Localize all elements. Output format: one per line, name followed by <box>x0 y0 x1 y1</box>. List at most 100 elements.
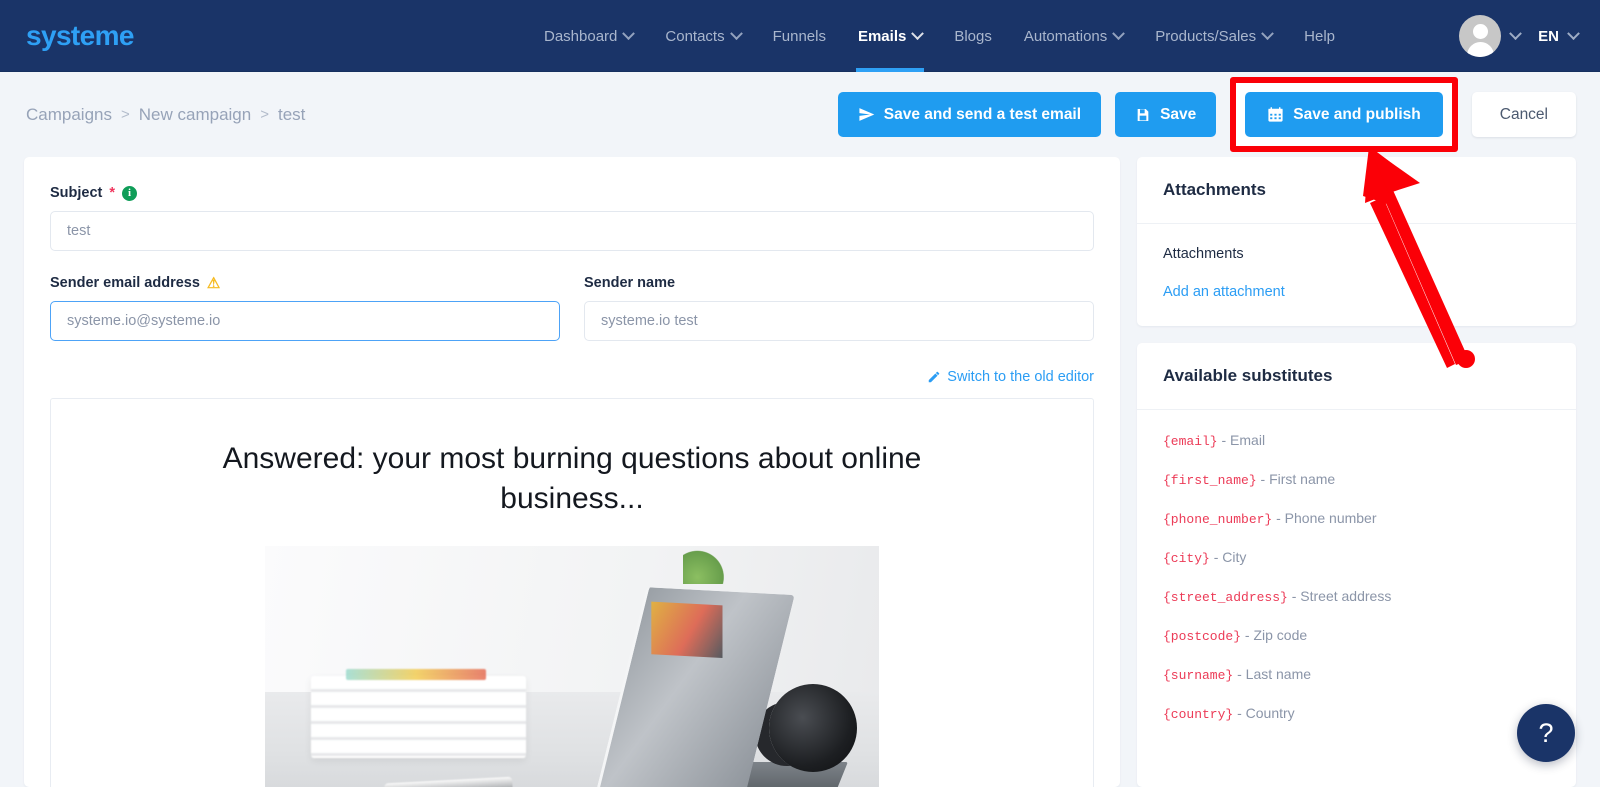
sender-name-input[interactable] <box>584 301 1094 341</box>
substitute-token: {country} <box>1163 707 1234 722</box>
nav-item-dashboard[interactable]: Dashboard <box>528 0 649 72</box>
sender-email-label-text: Sender email address <box>50 275 200 291</box>
top-navbar: systeme Dashboard Contacts Funnels Email… <box>0 0 1600 72</box>
nav-item-emails[interactable]: Emails <box>842 0 938 72</box>
nav-item-products-sales[interactable]: Products/Sales <box>1139 0 1288 72</box>
user-avatar-icon[interactable] <box>1459 15 1502 57</box>
sender-email-label: Sender email address ⚠ <box>50 275 560 291</box>
avatar-head <box>1472 24 1488 39</box>
sender-email-input[interactable] <box>50 301 560 341</box>
language-chevron-down-icon[interactable] <box>1567 26 1580 40</box>
nav-item-blogs[interactable]: Blogs <box>938 0 1008 72</box>
sender-name-field-group: Sender name <box>584 275 1094 341</box>
substitute-desc: - Phone number <box>1276 510 1377 526</box>
substitute-token: {surname} <box>1163 668 1234 683</box>
breadcrumb: Campaigns > New campaign > test <box>26 105 305 125</box>
chevron-down-icon <box>729 26 743 40</box>
list-item[interactable]: {first_name} - First name <box>1163 471 1550 488</box>
subject-label: Subject * i <box>50 185 1094 201</box>
attachments-panel: Attachments Attachments Add an attachmen… <box>1137 157 1576 326</box>
language-selector-label[interactable]: EN <box>1538 28 1559 45</box>
save-and-publish-button[interactable]: Save and publish <box>1245 92 1443 137</box>
chevron-down-icon <box>1261 26 1275 40</box>
account-menu-chevron-down-icon[interactable] <box>1509 26 1523 40</box>
switch-to-old-editor-link[interactable]: Switch to the old editor <box>927 369 1094 385</box>
substitute-token: {street_address} <box>1163 590 1288 605</box>
substitute-desc: - Street address <box>1291 588 1392 604</box>
save-button[interactable]: Save <box>1115 92 1217 137</box>
email-editor-card: Subject * i Sender email address ⚠ Sender… <box>24 157 1120 787</box>
image-plant <box>683 550 731 585</box>
main-nav: Dashboard Contacts Funnels Emails Blogs … <box>528 0 1351 72</box>
pencil-icon <box>929 371 940 383</box>
warning-triangle-icon[interactable]: ⚠ <box>207 276 220 291</box>
substitute-token: {postcode} <box>1163 629 1242 644</box>
question-mark-icon: ? <box>1538 717 1554 748</box>
list-item[interactable]: {email} - Email <box>1163 432 1550 449</box>
breadcrumb-item-new-campaign[interactable]: New campaign <box>139 105 251 125</box>
chevron-down-icon <box>1112 26 1126 40</box>
substitute-token: {city} <box>1163 551 1210 566</box>
add-an-attachment-link[interactable]: Add an attachment <box>1163 284 1550 300</box>
email-heading: Answered: your most burning questions ab… <box>222 442 922 515</box>
substitute-token: {phone_number} <box>1163 512 1273 527</box>
nav-item-contacts[interactable]: Contacts <box>649 0 756 72</box>
paper-plane-icon <box>859 108 875 121</box>
substitute-desc: - Country <box>1237 705 1295 721</box>
breadcrumb-item-campaigns[interactable]: Campaigns <box>26 105 112 125</box>
nav-label: Funnels <box>772 27 826 45</box>
nav-label: Help <box>1304 27 1336 45</box>
list-item[interactable]: {city} - City <box>1163 549 1550 566</box>
list-item[interactable]: {postcode} - Zip code <box>1163 627 1550 644</box>
button-label: Cancel <box>1499 105 1548 123</box>
action-bar: Campaigns > New campaign > test Save and… <box>0 72 1600 157</box>
list-item[interactable]: {country} - Country <box>1163 705 1550 722</box>
nav-label: Contacts <box>665 27 725 45</box>
toolbar-buttons: Save and send a test email Save Save and… <box>837 72 1576 157</box>
list-item[interactable]: {surname} - Last name <box>1163 666 1550 683</box>
nav-label: Automations <box>1023 27 1108 45</box>
nav-item-automations[interactable]: Automations <box>1008 0 1139 72</box>
brand-logo[interactable]: systeme <box>26 20 134 52</box>
substitutes-panel-body: {email} - Email {first_name} - First nam… <box>1137 410 1576 748</box>
breadcrumb-item-current: test <box>277 104 306 124</box>
main-content: Subject * i Sender email address ⚠ Sender… <box>0 157 1600 787</box>
right-sidebar: Attachments Attachments Add an attachmen… <box>1137 157 1576 787</box>
nav-right-cluster: EN <box>1459 0 1580 72</box>
substitute-desc: - First name <box>1260 471 1336 487</box>
substitute-token: {first_name} <box>1163 473 1257 488</box>
button-label: Save <box>1160 105 1197 123</box>
subject-input[interactable] <box>50 211 1094 251</box>
calendar-icon <box>1268 107 1283 122</box>
email-preview-canvas[interactable]: Answered: your most burning questions ab… <box>50 398 1094 787</box>
avatar-body <box>1466 42 1494 57</box>
email-hero-image <box>265 546 879 787</box>
sender-name-label-text: Sender name <box>584 275 676 291</box>
breadcrumb-separator: > <box>260 106 269 123</box>
nav-label: Products/Sales <box>1155 27 1257 45</box>
list-item[interactable]: {street_address} - Street address <box>1163 588 1550 605</box>
image-headphones <box>769 684 857 773</box>
attachments-section-title: Attachments <box>1163 246 1244 262</box>
substitute-token: {email} <box>1163 434 1218 449</box>
image-books <box>311 669 526 759</box>
info-icon[interactable]: i <box>122 185 138 201</box>
substitutes-list: {email} - Email {first_name} - First nam… <box>1163 432 1550 722</box>
chevron-down-icon <box>911 26 925 40</box>
list-item[interactable]: {phone_number} - Phone number <box>1163 510 1550 527</box>
help-button[interactable]: ? <box>1517 704 1575 762</box>
save-and-publish-highlight-box: Save and publish <box>1230 77 1458 152</box>
cancel-button[interactable]: Cancel <box>1471 92 1576 137</box>
substitutes-panel-title: Available substitutes <box>1137 343 1576 410</box>
nav-item-funnels[interactable]: Funnels <box>757 0 842 72</box>
nav-label: Dashboard <box>544 27 618 45</box>
breadcrumb-separator: > <box>121 106 130 123</box>
nav-item-help[interactable]: Help <box>1288 0 1351 72</box>
switch-link-label: Switch to the old editor <box>947 369 1094 385</box>
attachments-panel-title: Attachments <box>1137 157 1576 224</box>
nav-label: Emails <box>857 27 907 45</box>
app-page: systeme Dashboard Contacts Funnels Email… <box>0 0 1600 787</box>
save-and-send-test-email-button[interactable]: Save and send a test email <box>837 92 1102 137</box>
substitute-desc: - Last name <box>1237 666 1312 682</box>
sender-name-label: Sender name <box>584 275 1094 291</box>
